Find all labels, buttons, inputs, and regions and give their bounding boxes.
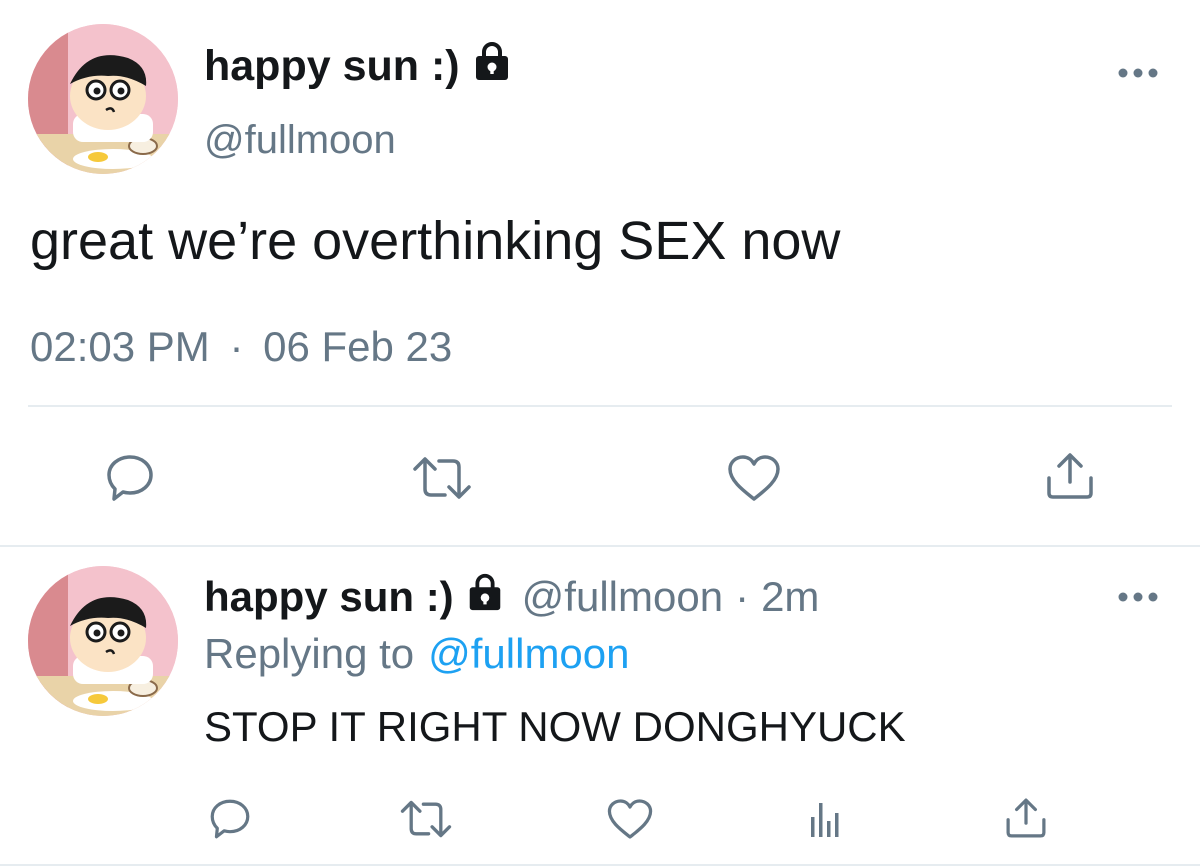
tweet-timestamp[interactable]: 02:03 PM · 06 Feb 23 — [30, 323, 452, 371]
share-button[interactable] — [1040, 448, 1100, 504]
divider — [0, 545, 1200, 547]
reply-bubble-icon — [107, 455, 153, 501]
reply-time: 2m — [761, 573, 820, 620]
avatar-illustration — [28, 24, 178, 174]
heart-icon — [728, 455, 780, 501]
reply-button[interactable] — [100, 450, 160, 506]
retweet-button[interactable] — [410, 450, 474, 506]
meta-separator: · — [735, 573, 750, 620]
tweet-date: 06 Feb 23 — [263, 323, 453, 370]
lock-icon — [470, 39, 514, 94]
avatar[interactable] — [28, 24, 178, 174]
replying-to-label: Replying to — [204, 630, 415, 677]
reply-button[interactable] — [204, 795, 256, 843]
heart-icon — [607, 799, 653, 839]
replying-to-mention[interactable]: @fullmoon — [428, 630, 629, 678]
display-name-text[interactable]: happy sun :) — [204, 573, 454, 621]
tweet-time: 02:03 PM — [30, 323, 210, 370]
retweet-button[interactable] — [396, 795, 456, 843]
reply-bubble-icon — [210, 799, 250, 839]
analytics-bars-icon — [811, 803, 839, 837]
like-button[interactable] — [724, 450, 784, 506]
display-name-text: happy sun :) — [204, 41, 460, 90]
replying-to: Replying to @fullmoon — [204, 630, 630, 678]
more-dots-icon[interactable] — [1116, 590, 1160, 604]
like-button[interactable] — [604, 795, 656, 843]
divider — [0, 864, 1200, 866]
retweet-icon — [413, 457, 471, 499]
analytics-button[interactable] — [802, 795, 850, 843]
more-dots-icon[interactable] — [1116, 66, 1160, 80]
share-button[interactable] — [1000, 793, 1052, 843]
tweet-text: great we’re overthinking SEX now — [30, 211, 841, 271]
avatar[interactable] — [28, 566, 178, 716]
retweet-icon — [400, 800, 452, 838]
display-name[interactable]: happy sun :) — [204, 40, 514, 92]
share-upload-icon — [1006, 798, 1046, 838]
handle[interactable]: @fullmoon — [204, 118, 396, 163]
meta-separator: · — [229, 323, 244, 370]
avatar-illustration — [28, 566, 178, 716]
reply-handle[interactable]: @fullmoon — [522, 573, 723, 621]
reply-text: STOP IT RIGHT NOW DONGHYUCK — [204, 703, 906, 750]
reply-header: happy sun :) @fullmoon · 2m — [204, 572, 819, 622]
divider — [28, 405, 1172, 407]
share-upload-icon — [1047, 453, 1093, 499]
lock-icon — [464, 571, 506, 623]
